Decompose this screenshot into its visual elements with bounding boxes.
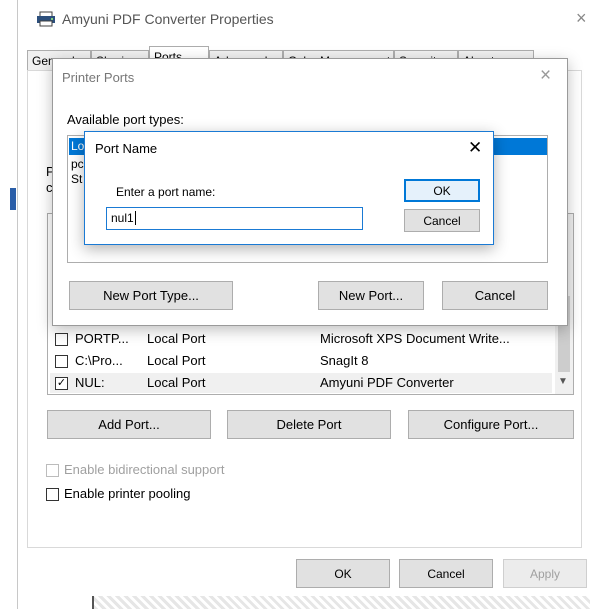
port-checkbox[interactable] <box>55 355 68 368</box>
port-type-item[interactable]: St <box>71 172 82 186</box>
port-description: Local Port <box>147 331 206 346</box>
available-port-types-label: Available port types: <box>67 112 184 127</box>
printer-ports-cancel-button[interactable]: Cancel <box>442 281 548 310</box>
port-name-input[interactable]: nul1 <box>106 207 363 230</box>
port-name-cancel-button[interactable]: Cancel <box>404 209 480 232</box>
new-port-type-button[interactable]: New Port Type... <box>69 281 233 310</box>
left-edge-marker <box>10 188 16 210</box>
port-printer: SnagIt 8 <box>320 353 369 368</box>
printer-ports-close-icon[interactable]: × <box>540 65 551 87</box>
port-name-ok-button[interactable]: OK <box>404 179 480 202</box>
apply-button[interactable]: Apply <box>503 559 587 588</box>
chevron-down-icon[interactable]: ▼ <box>558 376 568 387</box>
pooling-checkbox[interactable] <box>46 488 59 501</box>
table-row[interactable]: ✓ NUL: Local Port Amyuni PDF Converter <box>50 373 552 393</box>
bidirectional-checkbox[interactable] <box>46 464 59 477</box>
window-title: Amyuni PDF Converter Properties <box>62 11 274 27</box>
cancel-button[interactable]: Cancel <box>399 559 493 588</box>
port-printer: Amyuni PDF Converter <box>320 375 454 390</box>
port-checkbox[interactable] <box>55 333 68 346</box>
port-printer: Microsoft XPS Document Write... <box>320 331 510 346</box>
left-edge <box>0 0 18 609</box>
bidirectional-label: Enable bidirectional support <box>64 462 225 477</box>
pooling-label: Enable printer pooling <box>64 486 191 501</box>
printer-icon <box>36 11 56 32</box>
port-description: Local Port <box>147 353 206 368</box>
port-name-title: Port Name <box>95 141 158 156</box>
port-name-input-value: nul1 <box>111 211 134 225</box>
table-row[interactable]: PORTP... Local Port Microsoft XPS Docume… <box>50 329 552 349</box>
delete-port-button[interactable]: Delete Port <box>227 410 391 439</box>
port-description: Local Port <box>147 375 206 390</box>
port-name-close-icon[interactable]: ✕ <box>468 138 482 158</box>
bottom-edge <box>92 596 590 609</box>
port-name: NUL: <box>75 375 105 390</box>
window-close-icon[interactable]: × <box>576 8 587 29</box>
port-checkbox[interactable]: ✓ <box>55 377 68 390</box>
port-name: C:\Pro... <box>75 353 123 368</box>
port-name: PORTP... <box>75 331 129 346</box>
add-port-button[interactable]: Add Port... <box>47 410 211 439</box>
printer-ports-title: Printer Ports <box>62 70 135 85</box>
port-type-item[interactable]: pc <box>71 157 84 171</box>
port-name-prompt: Enter a port name: <box>116 185 216 199</box>
ok-button[interactable]: OK <box>296 559 390 588</box>
text-cursor <box>134 211 136 225</box>
configure-port-button[interactable]: Configure Port... <box>408 410 574 439</box>
table-row[interactable]: C:\Pro... Local Port SnagIt 8 <box>50 351 552 371</box>
port-name-dialog: Port Name ✕ Enter a port name: nul1 OK C… <box>84 131 494 245</box>
port-type-item[interactable]: Lo <box>71 139 84 153</box>
new-port-button[interactable]: New Port... <box>318 281 424 310</box>
